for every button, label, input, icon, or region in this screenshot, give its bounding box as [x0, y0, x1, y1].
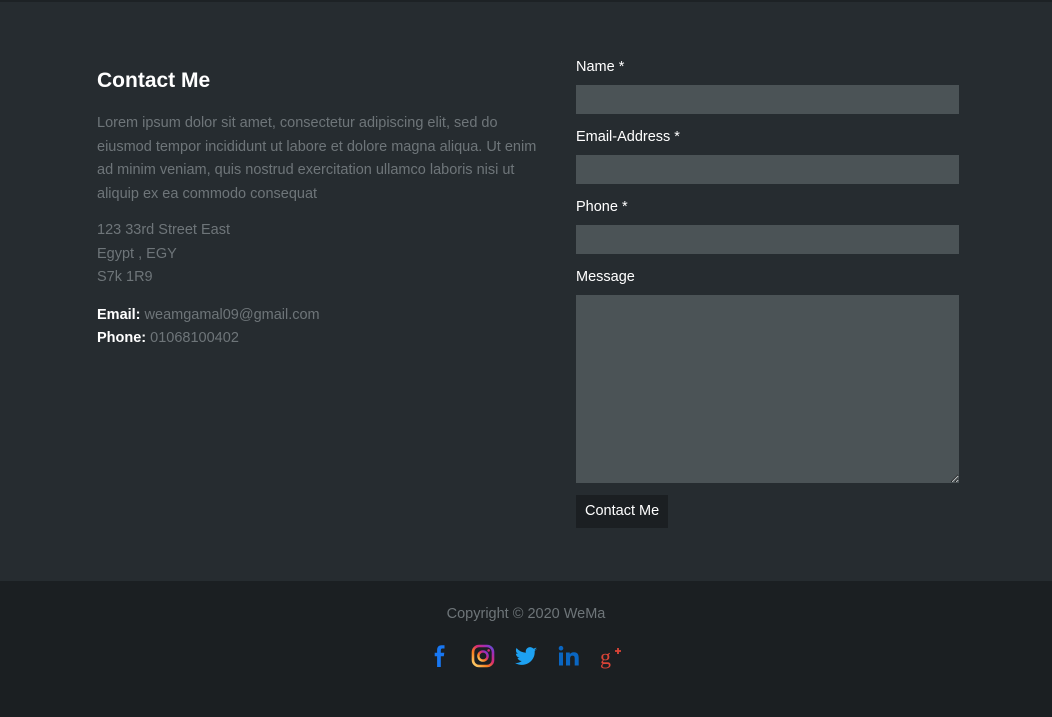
email-line: Email: weamgamal09@gmail.com — [97, 304, 552, 328]
contact-info: Contact Me Lorem ipsum dolor sit amet, c… — [97, 68, 552, 351]
phone-line: Phone: 01068100402 — [97, 327, 552, 351]
twitter-icon[interactable] — [513, 643, 539, 669]
copyright-text: Copyright © 2020 WeMa — [446, 606, 606, 622]
phone-field[interactable] — [576, 225, 959, 254]
contact-section: Contact Me Lorem ipsum dolor sit amet, c… — [0, 2, 1052, 581]
email-address-label: Email-Address * — [576, 129, 680, 145]
address-block: 123 33rd Street East Egypt , EGY S7k 1R9 — [97, 219, 552, 290]
contact-title: Contact Me — [97, 69, 211, 92]
message-label: Message — [576, 269, 635, 285]
facebook-icon[interactable] — [427, 643, 453, 669]
address-line-1: 123 33rd Street East — [97, 222, 230, 238]
contact-details: Email: weamgamal09@gmail.com Phone: 0106… — [97, 304, 552, 351]
instagram-icon[interactable] — [470, 643, 496, 669]
email-field[interactable] — [576, 155, 959, 184]
footer: Copyright © 2020 WeMa g — [0, 581, 1052, 717]
svg-text:g: g — [600, 644, 611, 669]
message-field[interactable] — [576, 295, 959, 483]
contact-form: Name * Email-Address * Phone * Message C… — [576, 57, 959, 528]
email-value: weamgamal09@gmail.com — [144, 306, 320, 323]
google-plus-icon[interactable]: g — [599, 643, 625, 669]
linkedin-icon[interactable] — [556, 643, 582, 669]
address-line-2: Egypt , EGY — [97, 245, 177, 262]
phone-value: 01068100402 — [150, 330, 239, 346]
contact-description: Lorem ipsum dolor sit amet, consectetur … — [97, 115, 537, 202]
phone-label: Phone: — [97, 330, 147, 346]
contact-me-button[interactable]: Contact Me — [576, 495, 669, 528]
name-label: Name * — [576, 59, 625, 75]
email-label: Email: — [97, 306, 141, 323]
address-line-3: S7k 1R9 — [97, 269, 153, 285]
name-field[interactable] — [576, 85, 959, 114]
social-links: g — [0, 643, 1052, 669]
phone-label: Phone * — [576, 199, 628, 215]
